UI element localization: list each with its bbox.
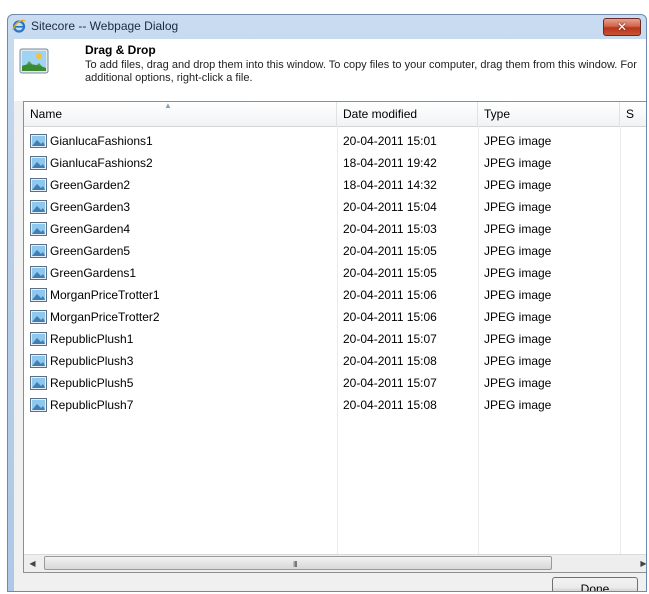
file-type: JPEG image (484, 178, 552, 192)
file-row[interactable]: GreenGarden2 18-04-2011 14:32 JPEG image (24, 174, 646, 196)
column-header-type[interactable]: Type (478, 102, 620, 126)
file-type: JPEG image (484, 376, 552, 390)
grip-icon: III (293, 560, 298, 569)
file-date-modified: 18-04-2011 14:32 (343, 178, 437, 192)
file-row[interactable]: MorganPriceTrotter1 20-04-2011 15:06 JPEG … (24, 284, 646, 306)
file-date-modified: 20-04-2011 15:07 (343, 376, 437, 390)
dialog-instructions: To add files, drag and drop them into th… (85, 59, 637, 84)
column-header-row: ▲ Name Date modified Type S (24, 102, 646, 127)
file-type: JPEG image (484, 288, 552, 302)
jpeg-file-icon (30, 156, 47, 170)
jpeg-file-icon (30, 288, 47, 302)
file-date-modified: 20-04-2011 15:04 (343, 200, 437, 214)
title-bar[interactable]: Sitecore -- Webpage Dialog ✕ (8, 15, 646, 39)
file-date-modified: 18-04-2011 19:42 (343, 156, 437, 170)
ie-icon (12, 19, 26, 33)
file-name: MorganPriceTrotter1 (50, 288, 160, 302)
file-row[interactable]: GianlucaFashions2 18-04-2011 19:42 JPEG im… (24, 152, 646, 174)
file-row[interactable]: GreenGardens1 20-04-2011 15:05 JPEG image (24, 262, 646, 284)
file-row[interactable]: GreenGarden5 20-04-2011 15:05 JPEG image (24, 240, 646, 262)
file-name: GreenGarden5 (50, 244, 131, 258)
file-name: GreenGardens1 (50, 266, 137, 280)
jpeg-file-icon (30, 178, 47, 192)
jpeg-file-icon (30, 244, 47, 258)
file-name: RepublicPlush5 (50, 376, 134, 390)
column-header-name-label: Name (30, 107, 63, 121)
arrow-left-icon: ◀ (29, 559, 36, 568)
file-list[interactable]: ▲ Name Date modified Type S GianlucaFash… (23, 101, 647, 573)
jpeg-file-icon (30, 376, 47, 390)
jpeg-file-icon (30, 134, 47, 148)
jpeg-file-icon (30, 200, 47, 214)
file-date-modified: 20-04-2011 15:06 (343, 288, 437, 302)
file-name: GianlucaFashions1 (50, 134, 153, 148)
file-type: JPEG image (484, 222, 552, 236)
file-name: GianlucaFashions2 (50, 156, 153, 170)
dialog-header: Drag & Drop To add files, drag and drop … (14, 39, 646, 101)
done-button[interactable]: Done (552, 577, 638, 592)
file-type: JPEG image (484, 244, 552, 258)
jpeg-file-icon (30, 266, 47, 280)
column-header-size[interactable]: S (620, 102, 646, 126)
dialog-body: Drag & Drop To add files, drag and drop … (14, 39, 646, 591)
column-header-date[interactable]: Date modified (337, 102, 478, 126)
file-name: GreenGarden2 (50, 178, 131, 192)
jpeg-file-icon (30, 222, 47, 236)
file-type: JPEG image (484, 134, 552, 148)
file-type: JPEG image (484, 310, 552, 324)
file-date-modified: 20-04-2011 15:05 (343, 266, 437, 280)
file-name: GreenGarden3 (50, 200, 131, 214)
file-type: JPEG image (484, 156, 552, 170)
file-row[interactable]: MorganPriceTrotter2 20-04-2011 15:06 JPEG … (24, 306, 646, 328)
file-row[interactable]: GianlucaFashions1 20-04-2011 15:01 JPEG im… (24, 130, 646, 152)
arrow-right-icon: ▶ (640, 559, 647, 568)
file-row[interactable]: GreenGarden3 20-04-2011 15:04 JPEG image (24, 196, 646, 218)
file-type: JPEG image (484, 266, 552, 280)
column-header-type-label: Type (484, 107, 511, 121)
scroll-left-button[interactable]: ◀ (24, 555, 41, 572)
file-row[interactable]: RepublicPlush1 20-04-2011 15:07 JPEG image (24, 328, 646, 350)
horizontal-scrollbar[interactable]: ◀ III ▶ (24, 554, 647, 572)
file-name: MorganPriceTrotter2 (50, 310, 160, 324)
file-date-modified: 20-04-2011 15:05 (343, 244, 437, 258)
file-date-modified: 20-04-2011 15:08 (343, 354, 437, 368)
file-row[interactable]: RepublicPlush7 20-04-2011 15:08 JPEG image (24, 394, 646, 416)
file-type: JPEG image (484, 332, 552, 346)
file-type: JPEG image (484, 398, 552, 412)
column-header-size-label: S (626, 107, 635, 121)
file-date-modified: 20-04-2011 15:08 (343, 398, 437, 412)
sort-ascending-icon: ▲ (164, 101, 172, 110)
close-button[interactable]: ✕ (603, 18, 641, 36)
file-row[interactable]: GreenGarden4 20-04-2011 15:03 JPEG image (24, 218, 646, 240)
file-row[interactable]: RepublicPlush5 20-04-2011 15:07 JPEG image (24, 372, 646, 394)
file-type: JPEG image (484, 354, 552, 368)
close-icon: ✕ (616, 20, 628, 34)
dialog-heading: Drag & Drop (85, 43, 156, 57)
file-row[interactable]: RepublicPlush3 20-04-2011 15:08 JPEG image (24, 350, 646, 372)
scroll-thumb[interactable]: III (44, 556, 552, 570)
file-date-modified: 20-04-2011 15:07 (343, 332, 437, 346)
window-title: Sitecore -- Webpage Dialog (31, 19, 179, 33)
jpeg-file-icon (30, 354, 47, 368)
jpeg-file-icon (30, 310, 47, 324)
file-name: RepublicPlush3 (50, 354, 134, 368)
file-name: RepublicPlush7 (50, 398, 134, 412)
file-date-modified: 20-04-2011 15:06 (343, 310, 437, 324)
file-name: GreenGarden4 (50, 222, 131, 236)
column-header-date-label: Date modified (343, 107, 418, 121)
dialog-window: Sitecore -- Webpage Dialog ✕ Drag & Drop… (7, 14, 647, 592)
done-button-label: Done (580, 582, 610, 592)
file-type: JPEG image (484, 200, 552, 214)
file-name: RepublicPlush1 (50, 332, 134, 346)
column-header-name[interactable]: ▲ Name (24, 102, 337, 126)
file-date-modified: 20-04-2011 15:01 (343, 134, 437, 148)
image-folder-icon (19, 48, 49, 74)
file-date-modified: 20-04-2011 15:03 (343, 222, 437, 236)
scroll-right-button[interactable]: ▶ (635, 555, 647, 572)
jpeg-file-icon (30, 398, 47, 412)
jpeg-file-icon (30, 332, 47, 346)
